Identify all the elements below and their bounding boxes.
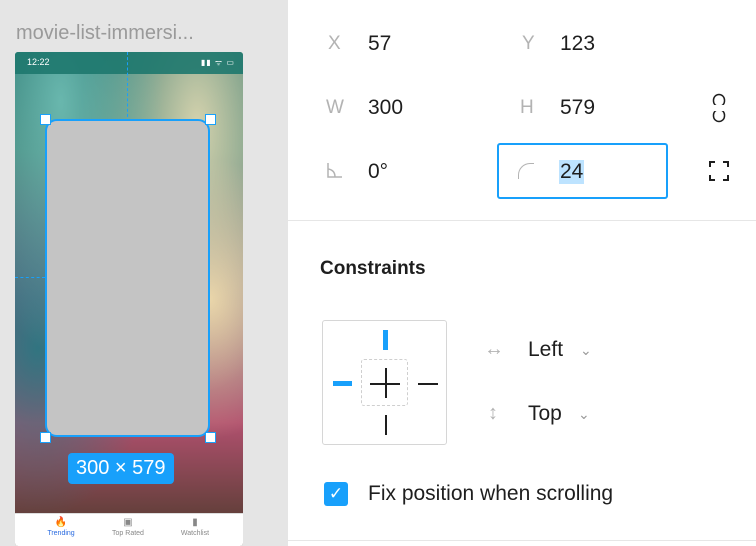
height-input[interactable]: 579 [560, 96, 595, 120]
tab-watchlist[interactable]: ▮ Watchlist [165, 517, 225, 537]
divider [288, 220, 756, 221]
rotation-icon [327, 163, 342, 178]
horizontal-guide [15, 277, 45, 278]
chevron-down-icon[interactable]: ⌄ [578, 406, 590, 423]
independent-corners-icon[interactable] [709, 161, 729, 181]
vertical-arrows-icon: ↕ [488, 402, 498, 424]
vertical-constraint-select[interactable]: Top [528, 402, 562, 426]
selected-rectangle[interactable] [45, 119, 210, 437]
w-label: W [326, 97, 344, 118]
status-bar: 12:22 ▮▮ ᯤ ▭ [15, 52, 243, 74]
vertical-guide [127, 52, 128, 122]
divider [288, 540, 756, 541]
h-label: H [520, 97, 534, 118]
resize-handle-top-right[interactable] [205, 114, 216, 125]
tab-label: Watchlist [180, 530, 210, 537]
constraint-bottom[interactable] [385, 415, 387, 435]
chevron-down-icon[interactable]: ⌄ [580, 342, 592, 359]
constraint-center-horizontal[interactable] [370, 383, 400, 385]
status-icons: ▮▮ ᯤ ▭ [200, 58, 235, 67]
constrain-proportions-icon[interactable] [712, 93, 726, 123]
constraint-top-active[interactable] [383, 330, 388, 350]
x-label: X [328, 33, 341, 54]
constraint-left-active[interactable] [333, 381, 352, 386]
constraints-heading: Constraints [320, 258, 426, 279]
corner-radius-input[interactable]: 24 [559, 160, 585, 184]
fix-position-label: Fix position when scrolling [368, 482, 614, 505]
x-input[interactable]: 57 [368, 32, 391, 56]
constraint-widget[interactable] [322, 320, 447, 445]
resize-handle-bottom-right[interactable] [205, 432, 216, 443]
properties-panel: X 57 Y 123 W 300 H 579 0° 24 Constraints… [288, 0, 756, 546]
flame-icon: 🔥 [54, 517, 68, 528]
canvas[interactable]: movie-list-immersi... 12:22 ▮▮ ᯤ ▭ 🔥 Tre… [0, 0, 288, 546]
corner-radius-field[interactable]: 24 [497, 143, 668, 199]
fix-position-checkbox[interactable]: ✓ [324, 482, 348, 506]
tab-bar: 🔥 Trending ▣ Top Rated ▮ Watchlist [15, 513, 243, 546]
bookmark-icon: ▮ [192, 517, 198, 528]
y-label: Y [522, 33, 535, 54]
frame-title[interactable]: movie-list-immersi... [16, 22, 194, 45]
horizontal-constraint-select[interactable]: Left [528, 338, 563, 362]
y-input[interactable]: 123 [560, 32, 595, 56]
rotation-input[interactable]: 0° [368, 160, 388, 184]
tab-label: Top Rated [112, 530, 144, 537]
status-time: 12:22 [27, 57, 50, 67]
horizontal-arrows-icon: ↔ [484, 338, 504, 360]
resize-handle-top-left[interactable] [40, 114, 51, 125]
tab-trending[interactable]: 🔥 Trending [31, 517, 91, 537]
resize-handle-bottom-left[interactable] [40, 432, 51, 443]
width-input[interactable]: 300 [368, 96, 403, 120]
constraint-right[interactable] [418, 383, 438, 385]
selection-size-label: 300 × 579 [68, 453, 174, 484]
tab-label: Trending [47, 530, 75, 537]
ticket-icon: ▣ [123, 517, 133, 528]
corner-radius-icon [518, 163, 534, 179]
tab-top-rated[interactable]: ▣ Top Rated [98, 517, 158, 537]
